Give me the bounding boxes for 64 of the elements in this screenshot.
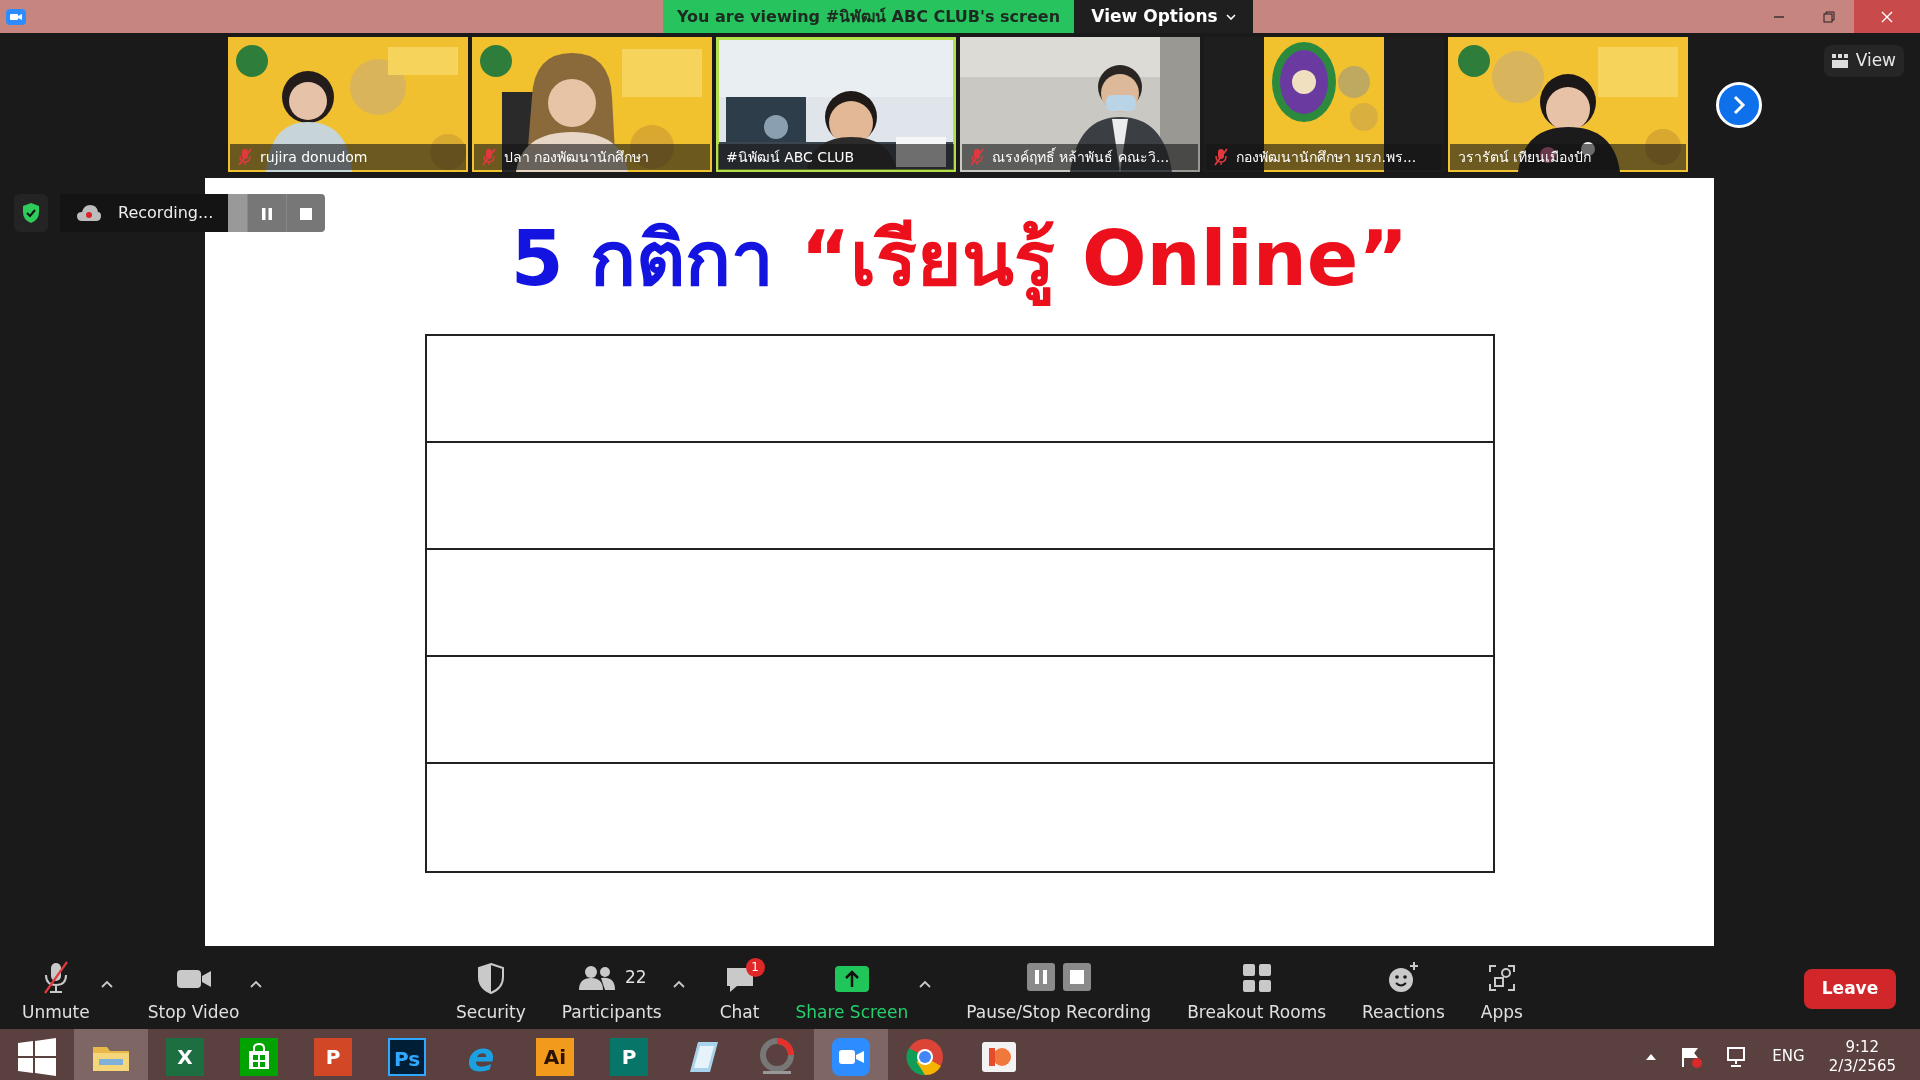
view-options-button[interactable]: View Options (1074, 0, 1254, 33)
caret-icon (1646, 1052, 1657, 1061)
toolbar-button[interactable]: Breakout Rooms (1181, 953, 1333, 1025)
participant-name: ณรงค์ฤทธิ์ หล้าพันธ์ คณะวิ... (992, 146, 1170, 167)
caret-icon (1225, 13, 1236, 20)
caret-icon (250, 979, 263, 988)
app-icon: P (314, 1037, 352, 1076)
stop-icon (300, 207, 312, 220)
caret-icon (919, 979, 932, 988)
toolbar-button[interactable]: Apps (1474, 953, 1529, 1025)
view-button[interactable]: View (1823, 45, 1904, 77)
zoom-logo-icon (6, 8, 26, 25)
clock-time: 9:12 (1845, 1037, 1880, 1057)
app-icon: P (610, 1037, 648, 1076)
taskbar-button[interactable]: P (296, 1029, 370, 1080)
minimize-icon (1773, 16, 1785, 18)
toolbar-button[interactable]: Pause/Stop Recording (960, 953, 1158, 1025)
participant-name: กองพัฒนานักศึกษา มรภ.พร... (1236, 147, 1417, 167)
chrome-logo-icon (906, 1037, 944, 1076)
shopping-bag-icon (240, 1037, 278, 1076)
unread-badge: 1 (745, 957, 765, 977)
viewing-banner: You are viewing #นิพัฒน์ ABC CLUB's screen (663, 0, 1075, 33)
video-camera-icon (832, 1037, 870, 1076)
shield-check-icon (21, 202, 41, 224)
stop-button[interactable] (286, 194, 325, 232)
pause-button[interactable] (247, 194, 286, 232)
app-icon: e (462, 1037, 500, 1076)
windows-logo-icon (17, 1036, 57, 1077)
clock-date: 2/3/2565 (1828, 1056, 1896, 1076)
participant-name: วรารัตน์ เทียนเมืองปัก (1458, 147, 1592, 167)
recording-label: Recording... (118, 202, 214, 224)
flag-icon (1680, 1045, 1703, 1068)
participant-name: ปลา กองพัฒนานักศึกษา (504, 147, 650, 167)
toolbar-button[interactable]: Unmute (16, 953, 96, 1025)
taskbar-button[interactable]: X (148, 1029, 222, 1080)
restore-icon (1823, 11, 1835, 23)
language-indicator[interactable]: ENG (1772, 1045, 1805, 1068)
pause-icon (261, 207, 273, 220)
toolbar-button[interactable]: 22 Participants (555, 953, 668, 1025)
taskbar-button[interactable]: Ps (370, 1029, 444, 1080)
toolbar-button[interactable]: Reactions (1356, 953, 1451, 1025)
next-page-button[interactable] (1716, 81, 1762, 128)
toolbar-button[interactable]: Security (450, 953, 532, 1025)
toolbar-button[interactable]: Stop Video (141, 953, 246, 1025)
participant-count: 22 (624, 965, 647, 989)
app-icon: X (166, 1037, 204, 1076)
taskbar-button[interactable]: P (592, 1029, 666, 1080)
slide-title: 5 กติกา “เรียนรู้ Online” (510, 200, 1409, 318)
ring-icon (757, 1036, 797, 1077)
leave-button[interactable]: Leave (1804, 969, 1896, 1009)
taskbar-button[interactable]: Ai (518, 1029, 592, 1080)
participant-name: #นิพัฒน์ ABC CLUB (726, 147, 855, 167)
taskbar-button[interactable] (814, 1029, 888, 1080)
app-icon: Ps (388, 1037, 426, 1076)
close-icon (1881, 11, 1893, 23)
app-icon: Ai (536, 1037, 574, 1076)
caret-icon (100, 979, 113, 988)
grid-icon (1831, 54, 1848, 68)
toolbar-button[interactable]: 1 Chat (713, 953, 766, 1025)
caret-icon (672, 979, 685, 988)
participant-name: rujira donudom (260, 147, 368, 167)
share-screen-button[interactable]: Share Screen (789, 953, 915, 1025)
cloud-icon (76, 204, 102, 222)
chevron-right-icon (1732, 94, 1746, 115)
